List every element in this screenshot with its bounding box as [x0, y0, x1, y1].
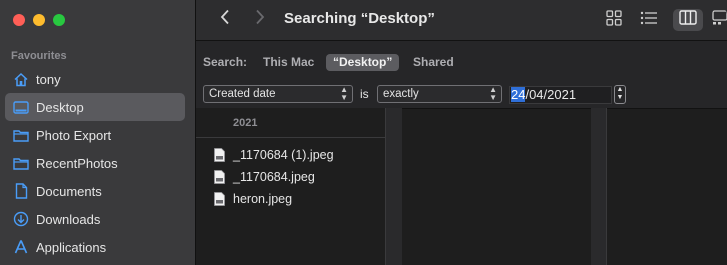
file-name: _1170684.jpeg [233, 170, 315, 184]
sidebar-item-photo-export[interactable]: Photo Export [5, 121, 185, 149]
date-day-segment[interactable]: 24 [511, 87, 526, 102]
gallery-view-button[interactable] [712, 9, 727, 31]
home-icon [13, 71, 29, 87]
file-name: _1170684 (1).jpeg [233, 148, 334, 162]
column-view-icon [679, 10, 697, 30]
sidebar: Favourites tony Desktop Photo Export Rec… [0, 0, 196, 265]
image-file-icon [214, 170, 225, 184]
forward-button[interactable] [249, 8, 271, 30]
group-header: 2021 [233, 117, 258, 129]
file-list: _1170684 (1).jpeg _1170684.jpeg heron.jp… [214, 144, 334, 210]
sidebar-item-label: Desktop [36, 99, 84, 115]
chevron-left-icon [220, 9, 230, 30]
sidebar-item-desktop[interactable]: Desktop [5, 93, 185, 121]
applications-icon [13, 239, 29, 255]
window-title: Searching “Desktop” [284, 10, 435, 27]
sidebar-item-label: Downloads [36, 211, 101, 227]
sidebar-item-label: Photo Export [36, 127, 112, 143]
folder-icon [13, 127, 29, 143]
attribute-popup-value: Created date [209, 88, 276, 100]
back-button[interactable] [214, 8, 236, 30]
sidebar-item-label: tony [36, 71, 61, 87]
list-item[interactable]: _1170684 (1).jpeg [214, 144, 334, 166]
group-divider [196, 137, 385, 138]
icon-view-button[interactable] [602, 9, 626, 31]
date-stepper[interactable]: ▲ ▼ [614, 85, 626, 104]
search-scope-bar: Search: This Mac “Desktop” Shared [196, 40, 727, 84]
gallery-view-icon [712, 10, 727, 30]
sidebar-item-applications[interactable]: Applications [5, 233, 185, 261]
zoom-window-button[interactable] [53, 14, 65, 26]
sidebar-section-favourites: Favourites [11, 50, 67, 62]
sidebar-item-downloads[interactable]: Downloads [5, 205, 185, 233]
results-column: 2021 _1170684 (1).jpeg _1170684.jpeg her… [196, 108, 386, 265]
comparison-popup-value: exactly [383, 88, 419, 100]
empty-column-strip [386, 108, 402, 265]
comparison-popup[interactable]: exactly ▲ ▼ [377, 85, 502, 103]
column-view-button[interactable] [673, 9, 703, 31]
folder-icon [13, 155, 29, 171]
file-name: heron.jpeg [233, 192, 293, 206]
sidebar-list: tony Desktop Photo Export RecentPhotos D… [5, 65, 185, 261]
scope-desktop[interactable]: “Desktop” [326, 54, 400, 71]
stepper-down-icon[interactable]: ▼ [617, 94, 624, 101]
scope-shared[interactable]: Shared [406, 54, 461, 71]
search-criteria-row: Created date ▲ ▼ is exactly ▲ ▼ 24/04/2021… [196, 82, 727, 109]
date-rest-segment[interactable]: /04/2021 [525, 87, 576, 102]
image-file-icon [214, 148, 225, 162]
date-field[interactable]: 24/04/2021 [509, 86, 612, 104]
image-file-icon [214, 192, 225, 206]
icon-grid-icon [606, 9, 622, 31]
scope-this-mac[interactable]: This Mac [256, 54, 321, 71]
sidebar-item-label: Applications [36, 239, 107, 255]
sidebar-item-documents[interactable]: Documents [5, 177, 185, 205]
list-item[interactable]: heron.jpeg [214, 188, 334, 210]
window-controls [13, 14, 65, 26]
search-scope-label: Search: [203, 55, 248, 69]
list-view-icon [640, 11, 658, 30]
up-down-chevron-icon: ▲ ▼ [489, 85, 497, 102]
sidebar-item-tony[interactable]: tony [5, 65, 185, 93]
toolbar: Searching “Desktop” [196, 0, 727, 40]
minimize-window-button[interactable] [33, 14, 45, 26]
stepper-up-icon[interactable]: ▲ [617, 86, 624, 93]
up-down-chevron-icon: ▲ ▼ [340, 85, 348, 102]
close-window-button[interactable] [13, 14, 25, 26]
download-icon [13, 211, 29, 227]
operator-label: is [360, 87, 369, 101]
list-item[interactable]: _1170684.jpeg [214, 166, 334, 188]
sidebar-item-label: Documents [36, 183, 102, 199]
list-view-button[interactable] [637, 9, 661, 31]
empty-column-strip [591, 108, 606, 265]
chevron-right-icon [255, 9, 265, 30]
document-icon [13, 183, 29, 199]
desktop-icon [13, 99, 29, 115]
column-divider[interactable] [606, 108, 607, 265]
sidebar-item-label: RecentPhotos [36, 155, 118, 171]
attribute-popup[interactable]: Created date ▲ ▼ [203, 85, 353, 103]
sidebar-item-recentphotos[interactable]: RecentPhotos [5, 149, 185, 177]
